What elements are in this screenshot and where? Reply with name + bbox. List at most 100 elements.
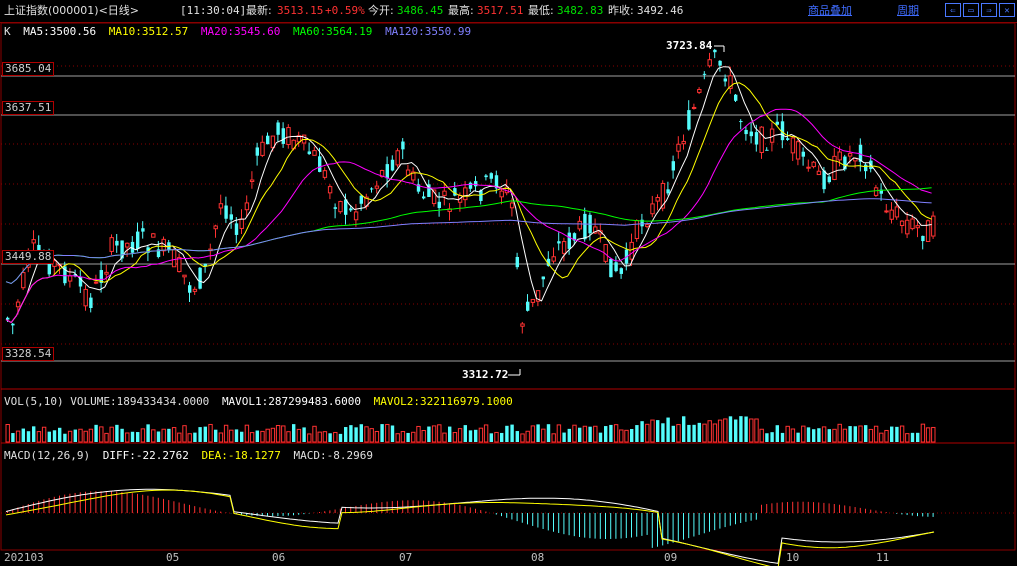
volume-bar <box>120 428 124 442</box>
volume-bar <box>390 425 395 442</box>
volume-bar <box>463 425 467 442</box>
volume-bar <box>853 426 857 442</box>
volume-bars <box>5 416 936 443</box>
candle-body <box>873 187 879 196</box>
volume-bar <box>400 431 406 443</box>
volume-bar <box>88 428 94 443</box>
candle-body <box>759 126 764 153</box>
ma120-value: MA120:3550.99 <box>385 25 472 38</box>
candle-body <box>691 106 697 109</box>
candle-body <box>723 78 727 82</box>
candle-body <box>484 175 488 178</box>
kline-chart[interactable] <box>0 0 1017 566</box>
candle-body <box>765 149 769 151</box>
volume-bar <box>604 426 608 442</box>
candle-body <box>115 240 119 246</box>
volume-bar <box>317 431 322 443</box>
vol-value: VOLUME:189433434.0000 <box>70 395 210 408</box>
candle-body <box>837 151 842 161</box>
candle-body <box>359 195 363 204</box>
volume-bar <box>240 431 244 442</box>
candle-body <box>349 208 353 211</box>
candle-body <box>718 60 722 66</box>
volume-bar <box>296 428 302 443</box>
volume-bar <box>520 433 525 443</box>
candle-body <box>141 228 145 232</box>
candle-body <box>463 187 468 201</box>
volume-bar <box>21 428 25 442</box>
price-label-3328: 3328.54 <box>2 347 55 361</box>
low-annotation: 3312.72 <box>462 368 509 381</box>
candle-body <box>744 129 748 135</box>
candle-body <box>795 141 801 160</box>
candle-body <box>557 241 561 244</box>
candle-body <box>468 182 473 189</box>
macd-name: MACD(12,26,9) <box>4 449 91 462</box>
volume-bar <box>910 432 915 442</box>
volume-bar <box>151 429 156 443</box>
candle-body <box>276 122 280 135</box>
candle-body <box>619 268 623 274</box>
candle-body <box>198 267 202 289</box>
volume-bar <box>697 422 701 442</box>
candle-body <box>322 170 328 178</box>
volume-bar <box>541 428 546 443</box>
volume-bar <box>156 431 161 442</box>
candle-body <box>11 323 15 326</box>
volume-bar <box>739 416 743 442</box>
volume-bar <box>821 426 827 443</box>
date-label-09: 09 <box>664 551 678 564</box>
volume-bar <box>812 429 816 442</box>
candle-body <box>520 323 525 327</box>
volume-bar <box>229 429 234 443</box>
volume-bar <box>536 424 540 442</box>
volume-bar <box>146 424 150 442</box>
candle-body <box>218 203 224 209</box>
volume-bar <box>613 424 619 443</box>
volume-bar <box>796 432 800 442</box>
volume-bar <box>140 428 146 443</box>
candle-body <box>104 271 109 275</box>
volume-bar <box>661 423 665 442</box>
candle-body <box>645 224 650 228</box>
volume-bar <box>712 423 718 443</box>
volume-bar <box>328 433 332 442</box>
candle-body <box>509 202 515 209</box>
candle-body <box>395 150 400 166</box>
volume-bar <box>723 418 728 443</box>
candle-body <box>327 186 333 194</box>
candle-body <box>6 317 10 320</box>
volume-bar <box>177 432 182 443</box>
volume-bar <box>41 426 47 443</box>
volume-bar <box>395 433 400 443</box>
volume-bar <box>609 424 613 442</box>
candle-body <box>899 220 905 227</box>
volume-bar <box>890 426 894 442</box>
date-label-202103: 202103 <box>4 551 44 564</box>
volume-bar <box>510 424 514 442</box>
diff-value: DIFF:-22.2762 <box>102 449 189 462</box>
volume-bar <box>161 428 166 443</box>
candle-body <box>650 203 655 215</box>
candle-body <box>89 297 93 308</box>
volume-bar <box>931 426 936 443</box>
candle-body <box>749 131 753 137</box>
date-label-05: 05 <box>166 551 180 564</box>
volume-bar <box>920 423 926 443</box>
candle-body <box>234 223 239 235</box>
volume-bar <box>125 432 130 443</box>
k-label: K <box>4 25 11 38</box>
vol-name: VOL(5,10) <box>4 395 64 408</box>
volume-bar <box>858 425 863 443</box>
volume-bar <box>11 433 15 442</box>
volume-bar <box>83 430 88 443</box>
candle-body <box>864 164 868 172</box>
ma5-line <box>5 66 932 324</box>
candle-body <box>734 94 738 101</box>
volume-bar <box>556 424 562 443</box>
volume-bar <box>244 424 250 443</box>
volume-bar <box>692 424 696 442</box>
candle-body <box>385 164 389 179</box>
volume-bar <box>416 425 421 443</box>
volume-bar <box>380 424 384 442</box>
